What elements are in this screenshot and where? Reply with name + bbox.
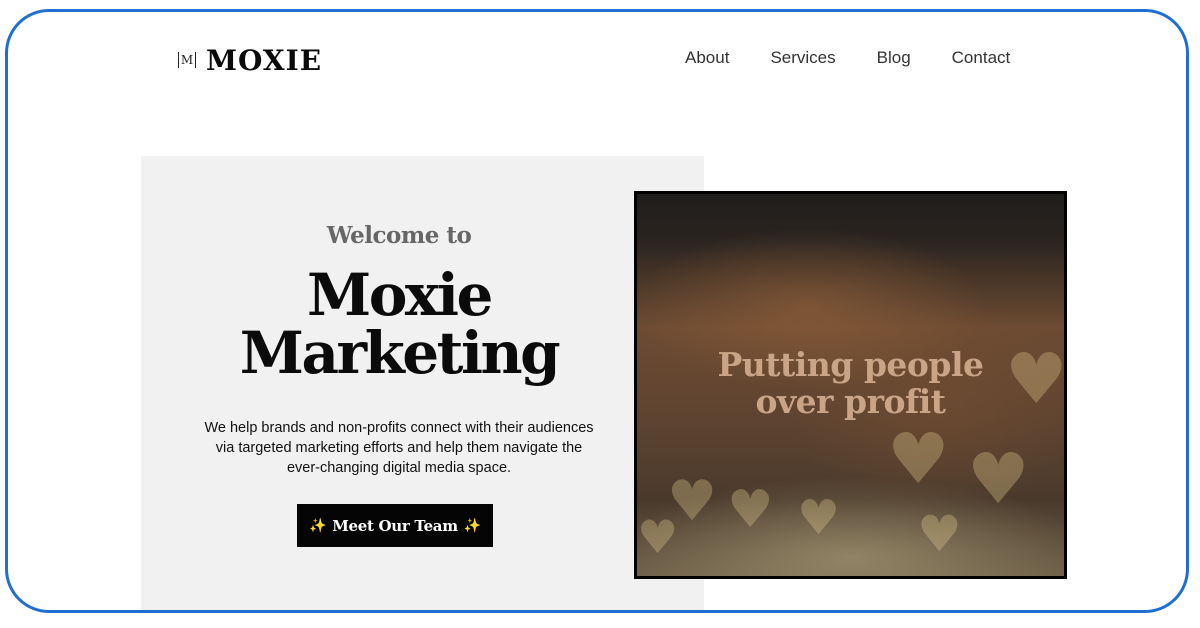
sparkle-icon: ✨	[463, 517, 481, 534]
hero-headline: Moxie Marketing	[141, 266, 657, 382]
caption-line-1: Putting people	[717, 345, 984, 384]
logo-mark-icon: M	[178, 52, 196, 68]
heart-bokeh-icon: ♥	[797, 490, 841, 546]
heart-bokeh-icon: ♥	[727, 480, 774, 540]
image-caption: Putting people over profit	[637, 346, 1064, 420]
heart-bokeh-icon: ♥	[917, 505, 962, 563]
nav-services[interactable]: Services	[770, 48, 835, 68]
nav-contact[interactable]: Contact	[952, 48, 1011, 68]
nav-blog[interactable]: Blog	[877, 48, 911, 68]
heart-bokeh-icon: ♥	[887, 418, 950, 500]
hero-image: ♥ ♥ ♥ ♥ ♥ ♥ ♥ ♥ Putting people over prof…	[634, 191, 1067, 579]
welcome-text: Welcome to	[326, 222, 472, 249]
browser-frame: M MOXIE About Services Blog Contact Welc…	[5, 9, 1189, 613]
headline-line-2: Marketing	[239, 319, 561, 387]
logo-text: MOXIE	[206, 43, 323, 77]
heart-bokeh-icon: ♥	[967, 438, 1030, 520]
meet-our-team-button[interactable]: ✨ Meet Our Team ✨	[297, 504, 493, 547]
heart-bokeh-icon: ♥	[637, 510, 679, 564]
hero-description: We help brands and non-profits connect w…	[204, 420, 594, 476]
nav-about[interactable]: About	[685, 48, 729, 68]
logo[interactable]: M MOXIE	[178, 42, 322, 78]
caption-line-2: over profit	[755, 382, 946, 421]
cta-label: Meet Our Team	[332, 516, 458, 535]
sparkle-icon: ✨	[309, 517, 327, 534]
main-nav: About Services Blog Contact	[685, 48, 1010, 68]
